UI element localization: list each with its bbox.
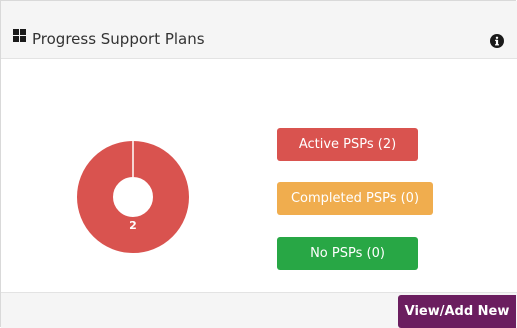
psp-widget: Progress Support Plans 2 Active PSPs (2)… xyxy=(0,0,517,328)
view-add-new-button[interactable]: View/Add New xyxy=(398,295,516,328)
psp-donut-chart: 2 xyxy=(77,141,189,253)
grid-icon xyxy=(13,29,26,42)
donut-data-label: 2 xyxy=(129,219,137,232)
info-icon[interactable] xyxy=(490,34,504,48)
active-psps-button[interactable]: Active PSPs (2) xyxy=(277,128,418,161)
completed-psps-button[interactable]: Completed PSPs (0) xyxy=(277,182,433,215)
no-psps-button[interactable]: No PSPs (0) xyxy=(277,237,418,270)
widget-header: Progress Support Plans xyxy=(1,1,517,59)
widget-title: Progress Support Plans xyxy=(32,30,205,48)
